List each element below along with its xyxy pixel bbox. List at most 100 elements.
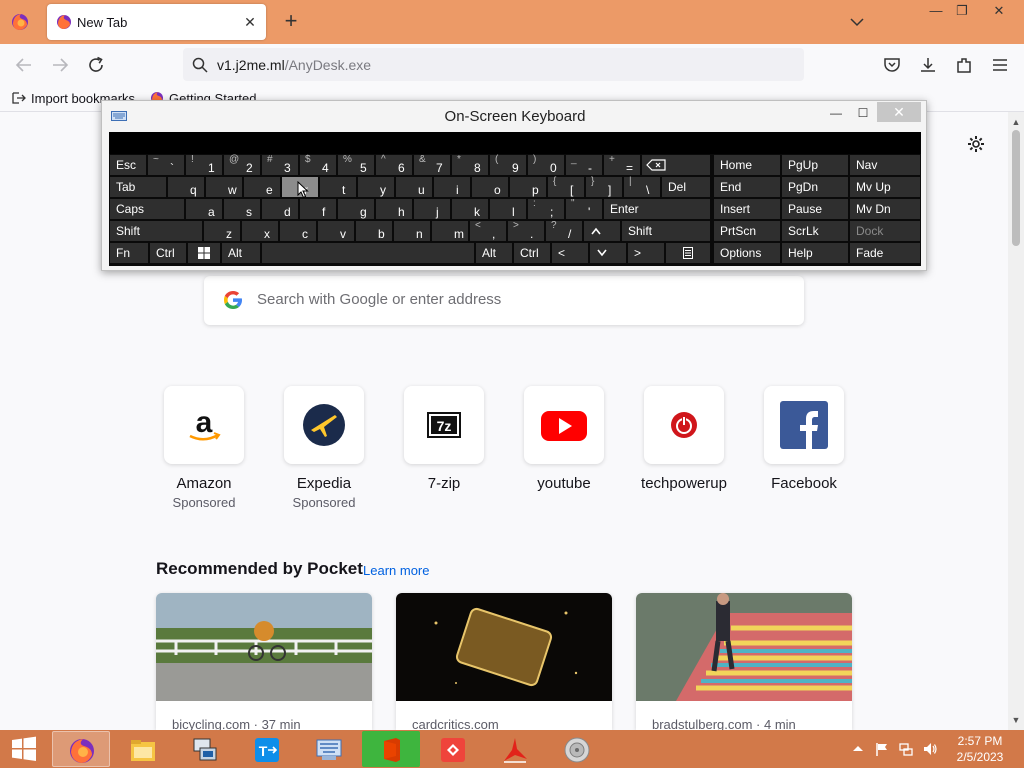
site-tile[interactable] — [644, 386, 724, 464]
start-button-icon[interactable] — [10, 735, 38, 763]
taskbar-on-screen-keyboard[interactable] — [300, 731, 358, 767]
key-context-menu[interactable] — [666, 243, 710, 263]
pocket-icon[interactable] — [882, 55, 902, 75]
tab-new-tab[interactable]: New Tab ✕ — [47, 4, 266, 40]
address-bar[interactable]: v1.j2me.ml/AnyDesk.exe — [183, 48, 804, 81]
page-scrollbar[interactable]: ▲ ▼ — [1008, 112, 1024, 730]
taskbar-media[interactable] — [548, 731, 606, 767]
url-text[interactable]: v1.j2me.ml/AnyDesk.exe — [217, 57, 371, 73]
key-u[interactable]: u — [396, 177, 432, 197]
osk-minimize-button[interactable]: — — [828, 103, 844, 123]
scrollbar-thumb[interactable] — [1012, 130, 1020, 246]
key-help[interactable]: Help — [782, 243, 848, 263]
key-e[interactable]: e — [244, 177, 280, 197]
key-shift-left[interactable]: Shift — [110, 221, 202, 241]
key-q[interactable]: q — [168, 177, 204, 197]
key-period[interactable]: >. — [508, 220, 544, 241]
key-b[interactable]: b — [356, 221, 392, 241]
taskbar-remote-desktop[interactable] — [176, 731, 234, 767]
key-pgup[interactable]: PgUp — [782, 155, 848, 175]
key-options[interactable]: Options — [714, 243, 780, 263]
key-right-arrow[interactable]: > — [628, 243, 664, 263]
key-9[interactable]: (9 — [490, 154, 526, 175]
network-icon[interactable] — [898, 741, 914, 757]
key-7[interactable]: & 7 — [414, 154, 450, 175]
key-prtscn[interactable]: PrtScn — [714, 221, 780, 241]
key-1[interactable]: ! 1 — [186, 154, 222, 175]
key-x[interactable]: x — [242, 221, 278, 241]
key-open-bracket[interactable]: {[ — [548, 176, 584, 197]
key-backslash[interactable]: | \ — [624, 176, 660, 197]
site-tile[interactable] — [284, 386, 364, 464]
key-backspace[interactable] — [642, 155, 710, 175]
key-s[interactable]: s — [224, 199, 260, 219]
top-site-amazon[interactable]: a Amazon Sponsored — [144, 386, 264, 510]
key-alt-right[interactable]: Alt — [476, 243, 512, 263]
close-window-button[interactable]: ✕ — [984, 0, 1014, 22]
pocket-card[interactable]: bradstulberg.com · 4 min — [636, 593, 852, 730]
key-4[interactable]: $4 — [300, 154, 336, 175]
action-center-flag-icon[interactable] — [874, 741, 890, 757]
key-pgdn[interactable]: PgDn — [782, 177, 848, 197]
taskbar-firefox[interactable] — [52, 731, 110, 767]
key-caps[interactable]: Caps — [110, 199, 184, 219]
key-k[interactable]: k — [452, 199, 488, 219]
key-scrlk[interactable]: ScrLk — [782, 221, 848, 241]
hamburger-menu-icon[interactable] — [990, 55, 1010, 75]
key-p[interactable]: p — [510, 177, 546, 197]
key-left-arrow[interactable]: < — [552, 243, 588, 263]
scroll-up-icon[interactable]: ▲ — [1010, 116, 1022, 128]
taskbar-clock[interactable]: 2:57 PM 2/5/2023 — [950, 733, 1010, 765]
key-del[interactable]: Del — [662, 177, 710, 197]
key-f[interactable]: f — [300, 199, 336, 219]
key-slash[interactable]: ? / — [546, 220, 582, 241]
key-j[interactable]: j — [414, 199, 450, 219]
key-i[interactable]: i — [434, 177, 470, 197]
volume-icon[interactable] — [922, 741, 938, 757]
key-tab[interactable]: Tab — [110, 177, 166, 197]
key-nav[interactable]: Nav — [850, 155, 920, 175]
key-m[interactable]: m — [432, 221, 468, 241]
key-space[interactable] — [262, 243, 474, 263]
reload-icon[interactable] — [84, 53, 108, 77]
key-shift-right[interactable]: Shift — [622, 221, 710, 241]
key-a[interactable]: a — [186, 199, 222, 219]
key-0[interactable]: ) 0 — [528, 154, 564, 175]
key-g[interactable]: g — [338, 199, 374, 219]
key-pause[interactable]: Pause — [782, 199, 848, 219]
site-tile[interactable]: 7z — [404, 386, 484, 464]
show-hidden-icons-icon[interactable] — [850, 741, 866, 757]
key-semicolon[interactable]: :; — [528, 198, 564, 219]
key-quote[interactable]: " ' — [566, 198, 602, 219]
restore-button[interactable]: ❐ — [947, 0, 977, 22]
key-v[interactable]: v — [318, 221, 354, 241]
key-up-arrow[interactable] — [584, 221, 620, 241]
key-dock[interactable]: Dock — [850, 221, 920, 241]
key-o[interactable]: o — [472, 177, 508, 197]
key-c[interactable]: c — [280, 221, 316, 241]
key-insert[interactable]: Insert — [714, 199, 780, 219]
downloads-icon[interactable] — [918, 55, 938, 75]
pocket-learn-more-link[interactable]: Learn more — [363, 563, 429, 578]
key-8[interactable]: * 8 — [452, 154, 488, 175]
top-site-facebook[interactable]: Facebook — [744, 386, 864, 492]
tab-close-icon[interactable]: ✕ — [240, 12, 260, 32]
key-2[interactable]: @2 — [224, 154, 260, 175]
key-mv-dn[interactable]: Mv Dn — [850, 199, 920, 219]
top-site-youtube[interactable]: youtube — [504, 386, 624, 492]
new-tab-button[interactable]: + — [280, 10, 302, 34]
list-all-tabs-icon[interactable] — [849, 12, 865, 32]
firefox-menu-icon[interactable] — [10, 12, 30, 32]
gear-icon[interactable] — [966, 134, 986, 154]
key-windows[interactable] — [188, 243, 220, 263]
osk-close-button[interactable]: ✕ — [877, 102, 921, 122]
taskbar-file-explorer[interactable] — [114, 731, 172, 767]
key-close-bracket[interactable]: }] — [586, 176, 622, 197]
key-equals[interactable]: + = — [604, 154, 640, 175]
extensions-icon[interactable] — [954, 55, 974, 75]
key-d[interactable]: d — [262, 199, 298, 219]
site-tile[interactable]: a — [164, 386, 244, 464]
search-box[interactable]: Search with Google or enter address — [204, 276, 804, 325]
osk-maximize-button[interactable]: ☐ — [854, 103, 872, 123]
forward-icon[interactable] — [48, 53, 72, 77]
